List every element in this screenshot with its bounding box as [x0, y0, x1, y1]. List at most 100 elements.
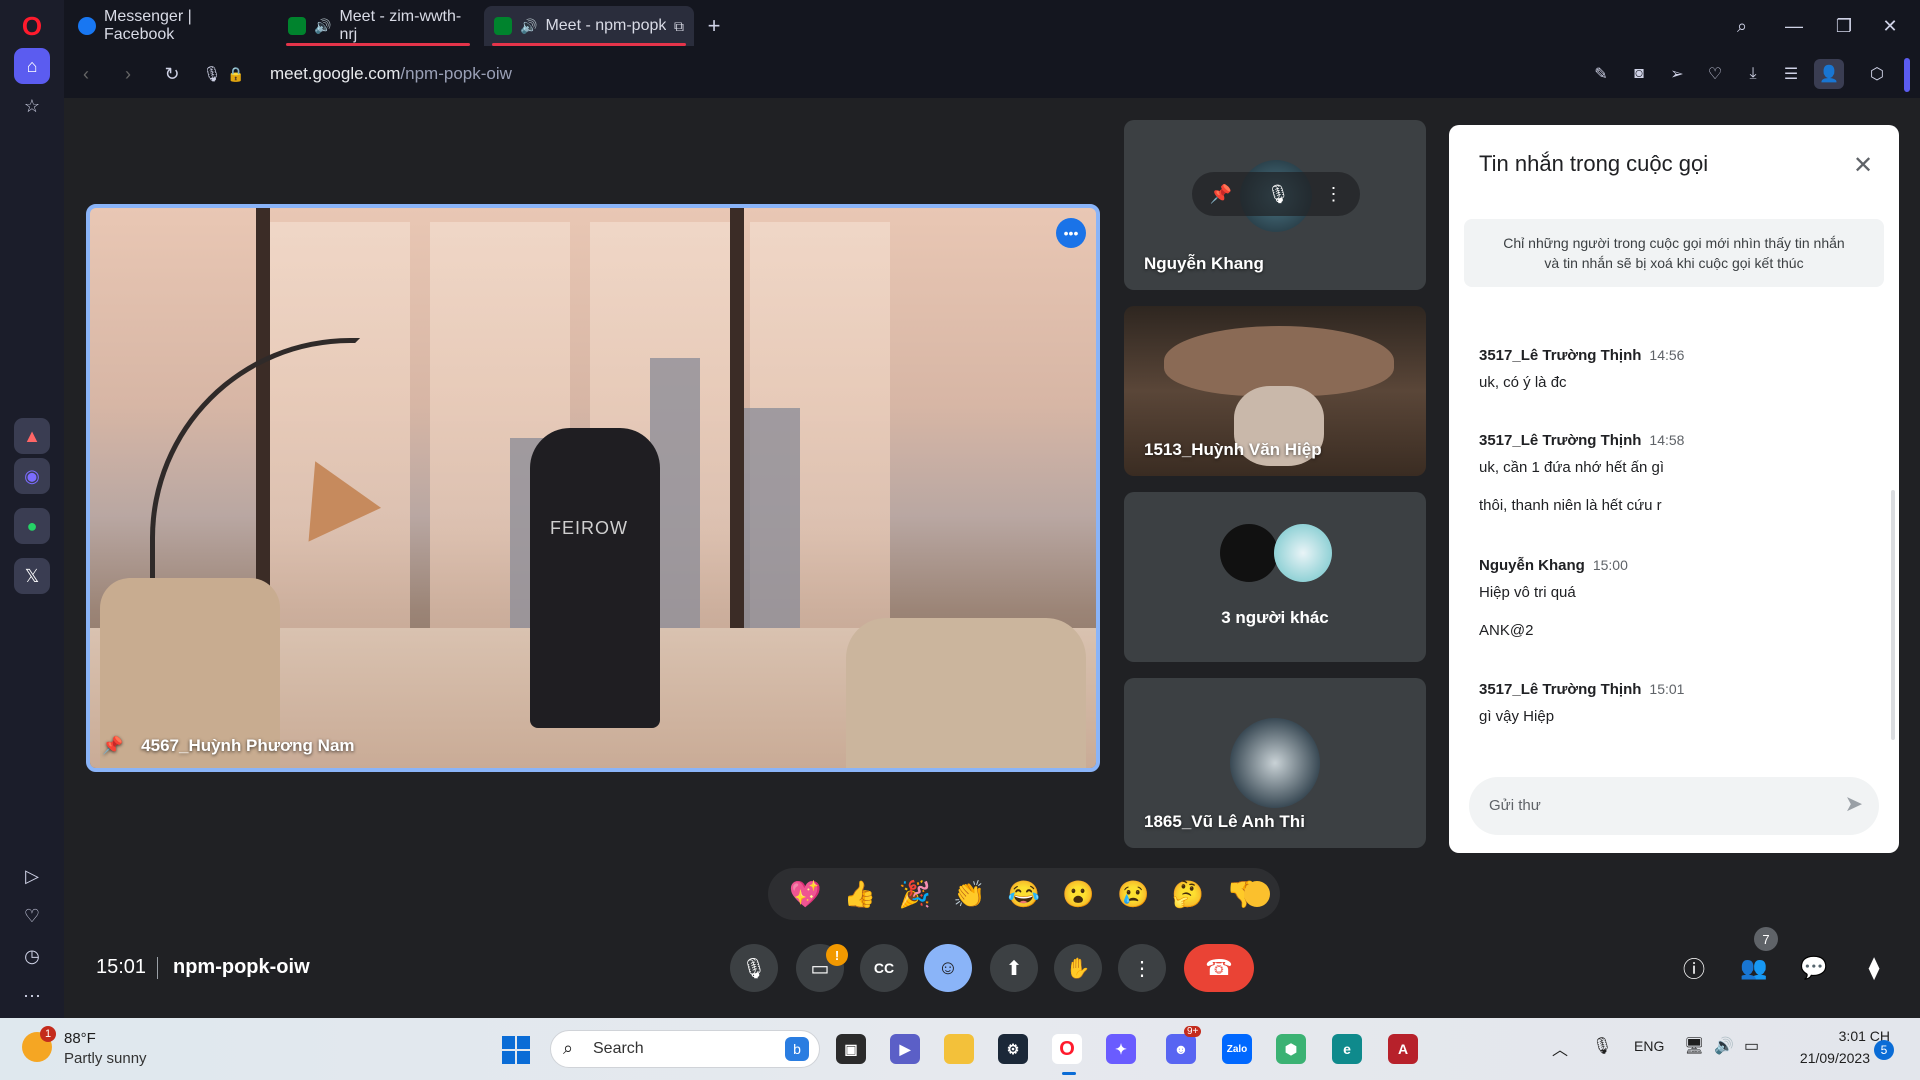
microphone-button[interactable]: 🎙	[730, 944, 778, 992]
tab-meet-zim[interactable]: 🔊 Meet - zim-wwth-nrj	[278, 6, 478, 46]
zalo-icon[interactable]: Zalo	[1222, 1034, 1252, 1064]
minimize-icon[interactable]: —	[1776, 8, 1812, 44]
tab-meet-npm[interactable]: 🔊 Meet - npm-popk ⧉	[484, 6, 694, 46]
taskbar-date[interactable]: 21/09/2023	[1780, 1050, 1870, 1066]
language-indicator[interactable]: ENG	[1634, 1038, 1664, 1054]
edge-icon[interactable]: e	[1332, 1034, 1362, 1064]
edit-icon[interactable]: ✎	[1586, 59, 1616, 89]
whatsapp-icon[interactable]: ●	[14, 508, 50, 544]
message-input[interactable]: Gửi thư ➤	[1469, 777, 1879, 835]
clapping-reaction[interactable]: 👏	[953, 879, 985, 910]
more-icon[interactable]: ⋯	[14, 978, 50, 1014]
raise-hand-button[interactable]: ✋	[1054, 944, 1102, 992]
task-view-icon[interactable]: ▣	[836, 1034, 866, 1064]
captions-button[interactable]: CC	[860, 944, 908, 992]
pin-icon[interactable]: 📌	[102, 736, 123, 756]
back-icon[interactable]: ‹	[70, 58, 102, 90]
party-popper-reaction[interactable]: 🎉	[898, 879, 930, 910]
participant-tile[interactable]: 1513_Huỳnh Văn Hiệp	[1124, 306, 1426, 476]
close-window-icon[interactable]: ✕	[1872, 8, 1908, 44]
weather-condition[interactable]: Partly sunny	[64, 1050, 147, 1067]
mic-muted-icon[interactable]: 🎙	[1267, 184, 1290, 205]
show-hidden-icons[interactable]: ︿	[1552, 1036, 1568, 1060]
url-field[interactable]: meet.google.com/npm-popk-oiw	[270, 64, 512, 84]
autocad-icon[interactable]: A	[1388, 1034, 1418, 1064]
shield-app-icon[interactable]: ⬢	[1276, 1034, 1306, 1064]
aria-icon[interactable]: ▲	[14, 418, 50, 454]
file-explorer-icon[interactable]	[944, 1034, 974, 1064]
tab-messenger[interactable]: Messenger | Facebook	[68, 6, 276, 46]
tab-snap-icon[interactable]: ⧉	[674, 18, 684, 35]
crying-reaction[interactable]: 😢	[1117, 879, 1149, 910]
weather-badge: 1	[40, 1026, 56, 1042]
maximize-icon[interactable]: ❐	[1826, 8, 1862, 44]
reactions-button[interactable]: ☺	[924, 944, 972, 992]
steam-icon[interactable]: ⚙	[998, 1034, 1028, 1064]
others-count-label: 3 người khác	[1221, 608, 1329, 627]
address-bar: ‹ › ↻ 🎙 🔒 meet.google.com/npm-popk-oiw ✎…	[64, 52, 1920, 98]
discord-icon[interactable]: ☻	[1166, 1034, 1196, 1064]
send-icon[interactable]: ➢	[1662, 59, 1692, 89]
participant-figure: FEIROW	[530, 428, 660, 728]
send-icon[interactable]: ➤	[1845, 791, 1863, 817]
sparkling-heart-reaction[interactable]: 💖	[789, 879, 821, 910]
forward-icon[interactable]: ›	[112, 58, 144, 90]
teams-icon[interactable]: ▶	[890, 1034, 920, 1064]
start-button[interactable]	[502, 1036, 530, 1064]
url-domain: meet.google.com	[270, 64, 401, 83]
new-tab-icon[interactable]: +	[696, 8, 732, 44]
search-label: Search	[593, 1040, 644, 1057]
search-tabs-icon[interactable]: ⌕	[1724, 8, 1760, 44]
heart-icon[interactable]: ♡	[14, 898, 50, 934]
messenger-icon[interactable]: ◉	[14, 458, 50, 494]
easy-setup-icon[interactable]: ☰	[1776, 59, 1806, 89]
main-video-tile[interactable]: FEIROW ••• 📌 4567_Huỳnh Phương Nam	[86, 204, 1100, 772]
notification-count[interactable]: 5	[1874, 1040, 1894, 1060]
pinboard-icon[interactable]: ☆	[14, 88, 50, 124]
player-icon[interactable]: ▷	[14, 858, 50, 894]
temperature[interactable]: 88°F	[64, 1030, 96, 1047]
sidebar-toggle[interactable]	[1904, 58, 1910, 92]
home-icon[interactable]: ⌂	[14, 48, 50, 84]
tray-microphone-icon[interactable]: 🎙	[1592, 1036, 1612, 1056]
volume-icon[interactable]: 🔊	[1714, 1036, 1734, 1056]
search-icon: ⌕	[563, 1038, 574, 1058]
thumbs-up-reaction[interactable]: 👍	[844, 879, 876, 910]
lock-icon[interactable]: 🔒	[220, 58, 252, 90]
taskbar-search[interactable]: ⌕ Search b	[550, 1030, 820, 1068]
skin-tone-selector[interactable]	[1244, 881, 1270, 907]
history-icon[interactable]: ◷	[14, 938, 50, 974]
surprised-reaction[interactable]: 😮	[1062, 879, 1094, 910]
input-placeholder: Gửi thư	[1489, 797, 1541, 814]
bookmark-heart-icon[interactable]: ♡	[1700, 59, 1730, 89]
thinking-reaction[interactable]: 🤔	[1172, 879, 1204, 910]
camera-icon[interactable]: ◙	[1624, 59, 1654, 89]
opera-logo-icon[interactable]: O	[14, 8, 50, 44]
speaking-indicator-icon: •••	[1056, 218, 1086, 248]
chat-scrollbar[interactable]	[1891, 490, 1895, 740]
participant-tile[interactable]: 1865_Vũ Lê Anh Thi	[1124, 678, 1426, 848]
opera-taskbar-icon[interactable]: O	[1052, 1034, 1082, 1064]
laughing-reaction[interactable]: 😂	[1008, 879, 1040, 910]
battery-icon[interactable]: ▭	[1744, 1036, 1759, 1056]
download-icon[interactable]: ⤓	[1738, 59, 1768, 89]
bing-icon[interactable]: b	[785, 1037, 809, 1061]
end-call-button[interactable]: ☎	[1184, 944, 1254, 992]
copilot-icon[interactable]: ✦	[1106, 1034, 1136, 1064]
profile-icon[interactable]: 👤	[1814, 59, 1844, 89]
reload-icon[interactable]: ↻	[156, 58, 188, 90]
present-screen-button[interactable]: ⬆	[990, 944, 1038, 992]
participant-tile[interactable]: 📌 🎙 ⋮ Nguyễn Khang	[1124, 120, 1426, 290]
activities-icon[interactable]: ⧫	[1856, 950, 1892, 986]
network-icon[interactable]: 🖥	[1684, 1036, 1704, 1056]
people-icon[interactable]: 👥	[1736, 950, 1772, 986]
x-twitter-icon[interactable]: 𝕏	[14, 558, 50, 594]
more-options-button[interactable]: ⋮	[1118, 944, 1166, 992]
extensions-icon[interactable]: ⬡	[1862, 59, 1892, 89]
meeting-info-icon[interactable]: ⓘ	[1676, 950, 1712, 986]
more-options-icon[interactable]: ⋮	[1325, 184, 1343, 205]
close-icon[interactable]: ✕	[1845, 147, 1881, 183]
participant-tile[interactable]: 3 người khác	[1124, 492, 1426, 662]
chat-icon[interactable]: 💬	[1796, 950, 1832, 986]
pin-icon[interactable]: 📌	[1209, 184, 1231, 205]
